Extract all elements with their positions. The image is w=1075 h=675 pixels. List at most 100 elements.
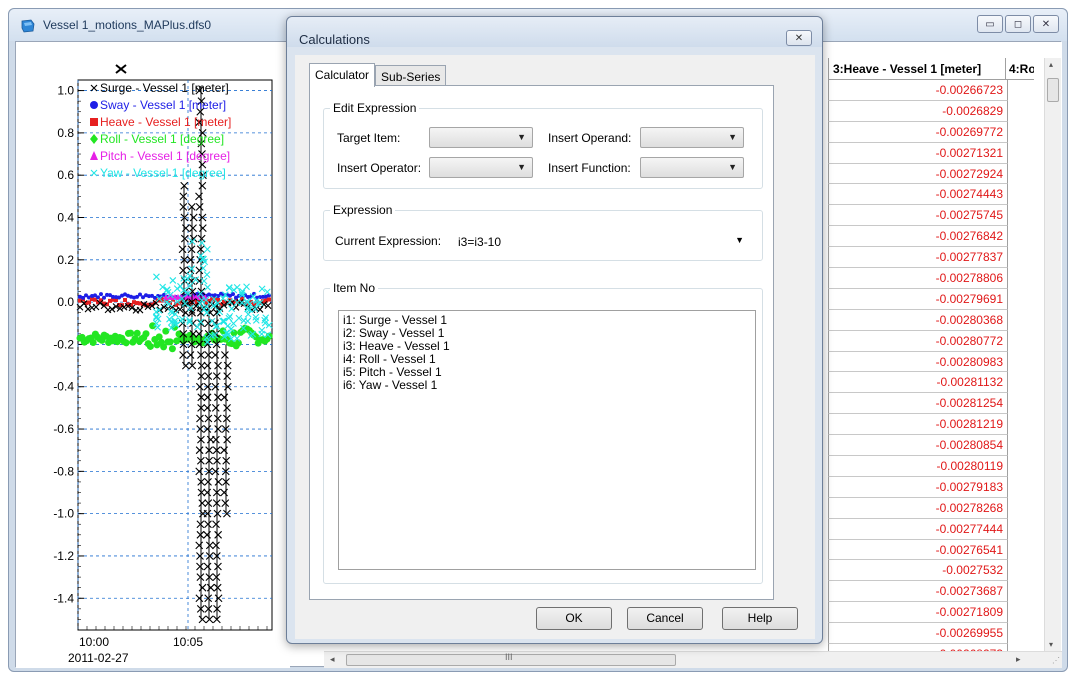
column-header-heave[interactable]: 3:Heave - Vessel 1 [meter] [828,58,1006,79]
time-series-chart[interactable]: 1.0 0.8 0.6 0.4 0.2 0.0 -0.2 -0.4 -0.6 -0.8 -1.0 -1… [16,42,290,668]
heave-marker [267,297,271,302]
scroll-left-icon[interactable]: ◂ [330,654,335,665]
insert-operand-dropdown[interactable]: ▼ [640,127,744,148]
table-row[interactable]: -0.00280119 [828,456,1008,477]
dialog-titlebar[interactable]: Calculations ✕ [287,17,822,47]
insert-function-dropdown[interactable]: ▼ [640,157,744,178]
roll-marker [146,342,154,350]
chevron-down-icon[interactable]: ▼ [735,235,744,245]
scroll-thumb-horizontal[interactable]: III [346,652,676,666]
window-controls: ▭ ◻ ✕ [975,15,1059,33]
chevron-down-icon: ▼ [517,162,526,172]
scroll-up-icon[interactable]: ▴ [1049,60,1053,69]
table-row[interactable]: -0.00276541 [828,539,1008,561]
close-button[interactable]: ✕ [1033,15,1059,33]
tab-content-calculator: Edit Expression Target Item: ▼ Insert Op… [309,85,774,600]
surge-marker [115,64,127,74]
table-row[interactable]: -0.00276842 [828,226,1008,248]
cancel-button[interactable]: Cancel [627,607,703,630]
insert-operand-label: Insert Operand: [548,131,632,145]
current-expression-value: i3=i3-10 [458,235,502,249]
minimize-button[interactable]: ▭ [977,15,1003,33]
vertical-scrollbar[interactable]: ▴ ▾ [1044,58,1061,654]
table-row[interactable]: -0.00280772 [828,330,1008,352]
legend-marker [90,118,98,126]
sway-marker [99,292,103,297]
tab-sub-series[interactable]: Sub-Series [375,65,447,86]
legend-entry: Yaw - Vessel 1 [degree] [100,166,226,180]
table-row[interactable]: -0.00278268 [828,497,1008,519]
heave-marker [123,298,127,303]
table-row[interactable]: -0.00274443 [828,184,1008,206]
table-row[interactable]: -0.00280983 [828,351,1008,373]
x-tick-label: 10:05 [173,635,203,649]
y-tick-label: 0.0 [57,295,74,309]
roll-marker [127,329,135,337]
y-tick-label: 0.8 [57,126,74,140]
roll-marker [133,329,141,337]
table-row[interactable]: -0.00272924 [828,163,1008,185]
table-row[interactable]: -0.00280368 [828,309,1008,331]
data-table[interactable]: 3:Heave - Vessel 1 [meter] 4:Ro -0.00266… [828,42,1062,654]
edit-expression-group: Edit Expression Target Item: ▼ Insert Op… [323,101,763,189]
legend-entry: Pitch - Vessel 1 [degree] [100,149,230,163]
legend-entry: Roll - Vessel 1 [degree] [100,132,224,146]
ok-button[interactable]: OK [536,607,612,630]
y-tick-label: -0.2 [53,337,74,351]
close-icon: ✕ [1041,18,1051,30]
column-header-roll[interactable]: 4:Ro [1006,58,1034,79]
table-row[interactable]: -0.00277837 [828,247,1008,269]
current-expression-combo[interactable]: i3=i3-10 ▼ [455,231,750,253]
maximize-button[interactable]: ◻ [1005,15,1031,33]
roll-marker [162,327,170,335]
group-label-expression: Expression [330,203,396,217]
help-button[interactable]: Help [722,607,798,630]
insert-operator-dropdown[interactable]: ▼ [429,157,533,178]
legend-entry: Sway - Vessel 1 [meter] [100,98,226,112]
table-row[interactable]: -0.00266723 [828,80,1008,101]
target-item-dropdown[interactable]: ▼ [429,127,533,148]
table-row[interactable]: -0.00271321 [828,142,1008,164]
chevron-down-icon: ▼ [517,132,526,142]
table-row[interactable]: -0.00269772 [828,121,1008,143]
table-row[interactable]: -0.0026829 [828,100,1008,122]
table-row[interactable]: -0.00277444 [828,518,1008,540]
table-row[interactable]: -0.00281254 [828,393,1008,415]
scroll-down-icon[interactable]: ▾ [1049,640,1053,649]
tab-strip: Calculator Sub-Series [309,63,447,87]
table-row[interactable]: -0.00278806 [828,268,1008,289]
y-tick-label: 1.0 [57,84,74,98]
item-list[interactable]: i1: Surge - Vessel 1 i2: Sway - Vessel 1i… [338,310,756,570]
table-row[interactable]: -0.00279691 [828,288,1008,310]
table-row[interactable]: -0.00275745 [828,205,1008,227]
list-item[interactable]: i6: Yaw - Vessel 1 [343,379,751,392]
group-label-edit-expression: Edit Expression [330,101,420,115]
dialog-title: Calculations [299,32,370,47]
current-expression-label: Current Expression: [335,234,442,248]
roll-marker [168,345,176,353]
table-row[interactable]: -0.00281132 [828,372,1008,394]
roll-marker [89,339,97,347]
y-tick-label: -0.8 [53,464,74,478]
y-tick-label: -0.6 [53,422,74,436]
dialog-close-button[interactable]: ✕ [786,30,812,46]
table-row[interactable]: -0.00281219 [828,414,1008,436]
y-tick-label: -1.4 [53,591,74,605]
target-item-label: Target Item: [337,131,401,145]
scroll-thumb[interactable] [1047,78,1059,102]
tab-calculator[interactable]: Calculator [309,63,376,87]
table-row[interactable]: -0.00280854 [828,435,1008,457]
roll-marker [122,339,130,347]
x-tick-label: 10:00 [79,635,109,649]
table-row[interactable]: -0.00271809 [828,602,1008,624]
table-row[interactable]: -0.00269955 [828,623,1008,645]
horizontal-scrollbar[interactable]: ◂ III ▸ ⋰ [324,651,1062,668]
table-row[interactable]: -0.00279183 [828,476,1008,498]
chart-panel[interactable]: 1.0 0.8 0.6 0.4 0.2 0.0 -0.2 -0.4 -0.6 -0.8 -1.0 -1… [16,42,290,668]
table-row[interactable]: -0.0027532 [828,560,1008,582]
scroll-right-icon[interactable]: ▸ [1016,654,1021,665]
resize-grip-icon[interactable]: ⋰ [1052,656,1060,665]
table-row[interactable]: -0.00273687 [828,581,1008,603]
y-tick-label: -1.0 [53,507,74,521]
roll-marker [166,338,174,346]
